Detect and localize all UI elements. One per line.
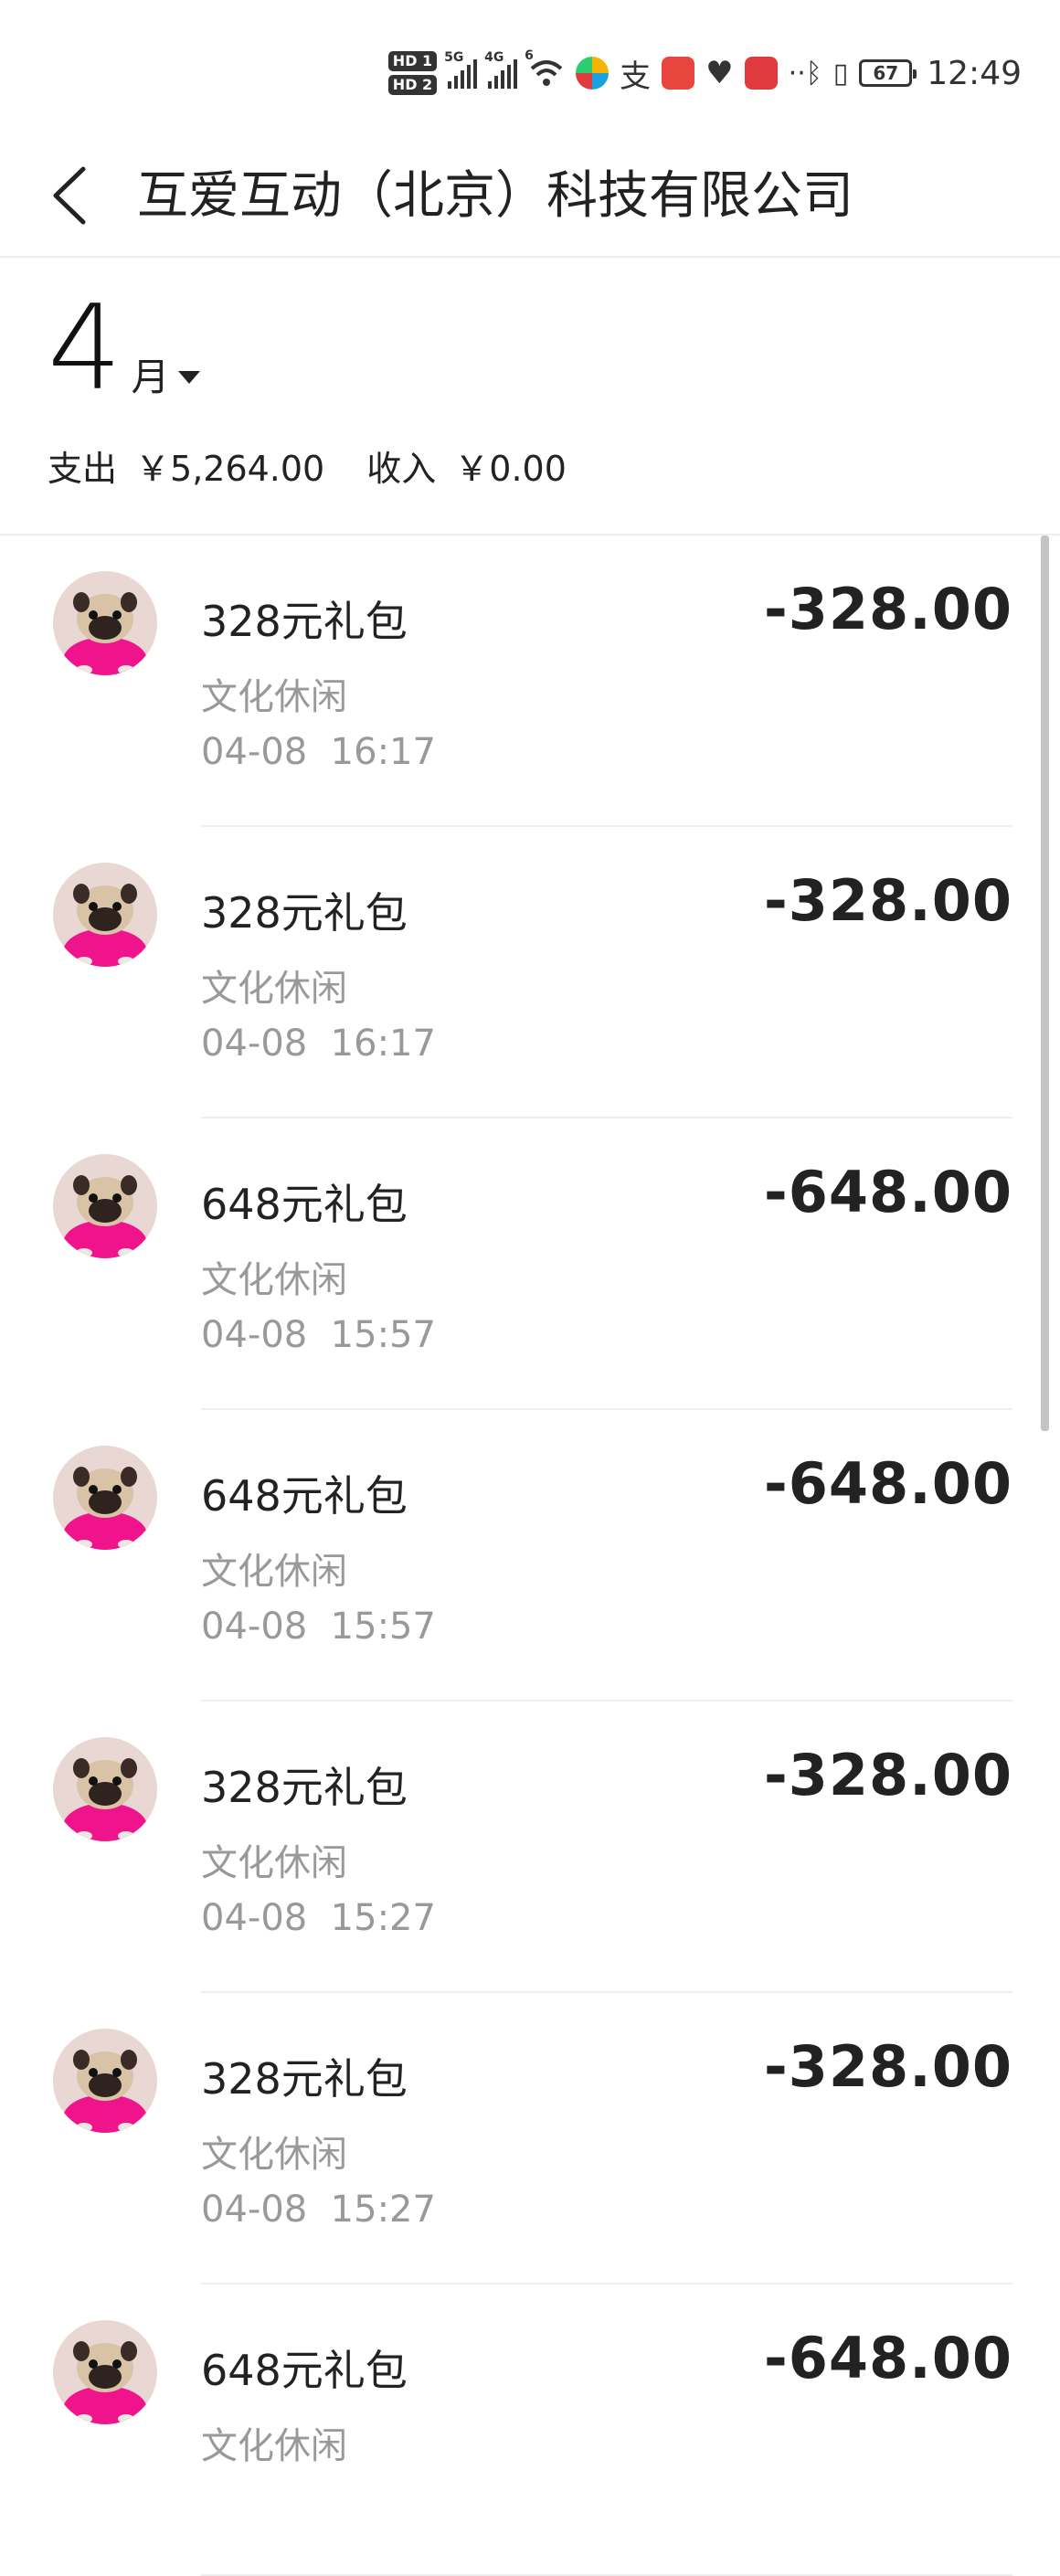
app-header: 互爱互动（北京）科技有限公司	[0, 146, 1060, 258]
month-unit: 月	[131, 355, 170, 399]
hd1-badge: HD 1	[387, 51, 438, 71]
signal-icon: 5G	[444, 50, 478, 89]
transaction-amount: -648.00	[764, 2325, 1012, 2391]
transaction-row[interactable]: 648元礼包 文化休闲 04-08 15:57 -648.00	[0, 1118, 1060, 1410]
month-summary: 4 月 支出 ￥5,264.00 收入 ￥0.00	[0, 258, 1060, 534]
transaction-date: 04-08	[201, 1314, 308, 1356]
transaction-row[interactable]: 328元礼包 文化休闲 04-08 16:17 -328.00	[0, 535, 1060, 827]
status-icons: HD 1 HD 2 5G 4G 6 支 ♥ ··ᛒ ▯ 67 12:49	[387, 46, 1022, 101]
transaction-row[interactable]: 328元礼包 文化休闲 04-08 15:27 -328.00	[0, 1701, 1060, 1993]
expense-total: 支出 ￥5,264.00	[48, 440, 324, 491]
transaction-title: 328元礼包	[201, 888, 408, 938]
transaction-title: 648元礼包	[201, 2346, 408, 2395]
alipay-icon: 支	[620, 58, 652, 95]
transaction-amount: -328.00	[764, 576, 1012, 642]
avatar	[53, 571, 157, 675]
transaction-clock: 16:17	[330, 1023, 436, 1065]
expense-label: 支出	[48, 449, 118, 489]
transaction-category: 文化休闲	[201, 1259, 347, 1301]
transaction-amount: -328.00	[764, 2033, 1012, 2100]
transaction-time	[201, 2480, 224, 2522]
transaction-time: 04-08 15:57	[201, 1314, 436, 1356]
transaction-time: 04-08 15:27	[201, 2189, 436, 2231]
scrollbar[interactable]	[1041, 535, 1049, 1431]
expense-value: ￥5,264.00	[135, 449, 325, 489]
transaction-amount: -648.00	[764, 1450, 1012, 1517]
wifi-badge: 6	[525, 48, 534, 63]
avatar	[53, 2320, 157, 2424]
transaction-clock: 15:27	[330, 1897, 436, 1939]
health-icon: ♥	[705, 55, 734, 91]
transaction-category: 文化休闲	[201, 676, 347, 718]
avatar	[53, 863, 157, 967]
transaction-title: 328元礼包	[201, 597, 408, 646]
transaction-category: 文化休闲	[201, 1842, 347, 1884]
transaction-time: 04-08 16:17	[201, 731, 436, 773]
clock: 12:49	[927, 54, 1022, 92]
transaction-title: 328元礼包	[201, 1763, 408, 1812]
transaction-clock: 15:57	[330, 1314, 436, 1356]
transaction-amount: -648.00	[764, 1159, 1012, 1225]
battery-level: 67	[873, 62, 899, 84]
avatar	[53, 1446, 157, 1550]
vibrate-icon: ▯	[832, 57, 849, 90]
caret-down-icon	[178, 371, 201, 384]
transaction-date: 04-08	[201, 731, 308, 773]
transaction-category: 文化休闲	[201, 2425, 347, 2467]
transaction-date: 04-08	[201, 1023, 308, 1065]
bluetooth-icon: ··ᛒ	[788, 57, 822, 90]
transaction-amount: -328.00	[764, 1742, 1012, 1808]
transaction-row[interactable]: 328元礼包 文化休闲 04-08 15:27 -328.00	[0, 1993, 1060, 2284]
transaction-category: 文化休闲	[201, 2134, 347, 2176]
transaction-list: 328元礼包 文化休闲 04-08 16:17 -328.00 328元礼包 文…	[0, 535, 1060, 2576]
hd2-badge: HD 2	[387, 75, 438, 95]
transaction-time: 04-08 16:17	[201, 1023, 436, 1065]
network-type-2: 4G	[484, 50, 504, 65]
transaction-date: 04-08	[201, 1897, 308, 1939]
transaction-time: 04-08 15:57	[201, 1606, 436, 1648]
transaction-category: 文化休闲	[201, 968, 347, 1010]
transaction-clock: 16:17	[330, 731, 436, 773]
transaction-title: 648元礼包	[201, 1471, 408, 1521]
transaction-row[interactable]: 648元礼包 文化休闲 -648.00	[0, 2284, 1060, 2576]
transaction-clock: 15:57	[330, 1606, 436, 1648]
battery-icon: 67	[859, 59, 917, 87]
huawei-icon	[744, 57, 778, 90]
transaction-clock: 15:27	[330, 2189, 436, 2231]
app-icon	[576, 57, 610, 90]
transaction-category: 文化休闲	[201, 1551, 347, 1593]
transaction-date: 04-08	[201, 1606, 308, 1648]
transaction-row[interactable]: 648元礼包 文化休闲 04-08 15:57 -648.00	[0, 1410, 1060, 1701]
transaction-title: 648元礼包	[201, 1180, 408, 1229]
income-total: 收入 ￥0.00	[366, 440, 567, 491]
month-totals: 支出 ￥5,264.00 收入 ￥0.00	[48, 440, 567, 491]
book-icon	[662, 57, 695, 90]
back-button[interactable]	[37, 159, 101, 232]
status-bar: HD 1 HD 2 5G 4G 6 支 ♥ ··ᛒ ▯ 67 12:49	[0, 0, 1060, 146]
wifi-icon: 6	[525, 48, 565, 89]
network-type-1: 5G	[444, 50, 464, 65]
month-number: 4	[48, 281, 122, 417]
avatar	[53, 1737, 157, 1841]
transaction-time: 04-08 15:27	[201, 1897, 436, 1939]
page-title: 互爱互动（北京）科技有限公司	[137, 166, 853, 226]
avatar	[53, 2029, 157, 2133]
chevron-left-icon	[53, 166, 86, 225]
month-selector[interactable]: 4 月	[48, 281, 201, 417]
avatar	[53, 1154, 157, 1258]
income-label: 收入	[366, 449, 437, 489]
transaction-date: 04-08	[201, 2189, 308, 2231]
income-value: ￥0.00	[454, 449, 567, 489]
transaction-amount: -328.00	[764, 867, 1012, 934]
transaction-title: 328元礼包	[201, 2054, 408, 2104]
hd-indicators: HD 1 HD 2	[387, 51, 438, 95]
signal-icon-2: 4G	[484, 50, 518, 89]
transaction-row[interactable]: 328元礼包 文化休闲 04-08 16:17 -328.00	[0, 827, 1060, 1118]
